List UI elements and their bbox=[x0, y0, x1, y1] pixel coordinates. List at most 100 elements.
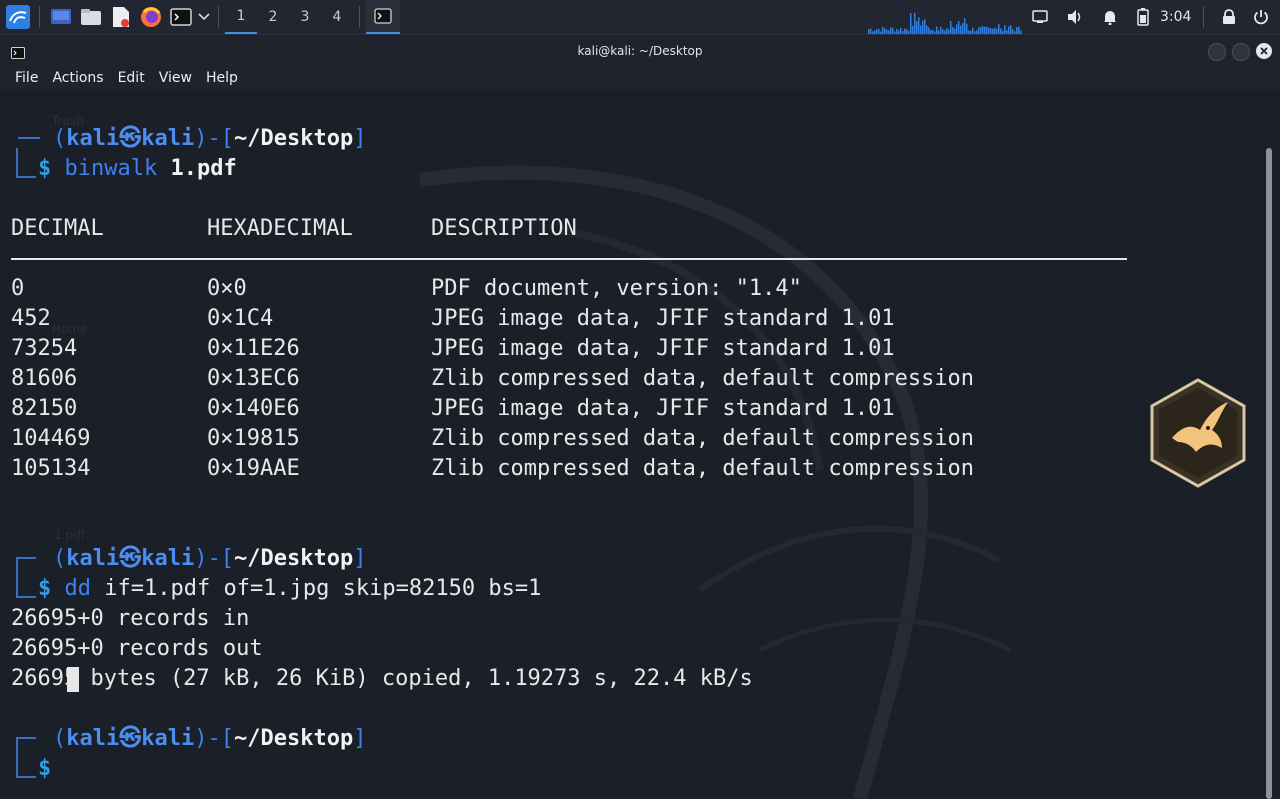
cpu-graph-bar bbox=[918, 17, 920, 34]
cpu-graph-bar bbox=[988, 27, 990, 34]
command-line: $ bbox=[38, 756, 52, 781]
description-cell: JPEG image data, JFIF standard 1.01 bbox=[431, 306, 895, 331]
lock-icon[interactable] bbox=[1219, 0, 1239, 34]
network-icon[interactable] bbox=[1030, 0, 1050, 34]
prompt-line: (kali㉿kali)-[~/Desktop] bbox=[53, 546, 367, 571]
decimal-cell: 105134 bbox=[11, 456, 91, 481]
cpu-graph-bar bbox=[922, 20, 924, 34]
terminal-area[interactable]: Trash Home 1.pdf (kali㉿kali)-[~/Desktop]… bbox=[0, 90, 1264, 799]
header-rule bbox=[11, 258, 1127, 260]
window-titlebar[interactable]: kali@kali: ~/Desktop bbox=[0, 36, 1280, 66]
dd-output-line: 26695+0 records out bbox=[11, 636, 263, 661]
hex-cell: 0×19815 bbox=[207, 426, 300, 451]
cpu-graph-bar bbox=[938, 30, 940, 34]
cpu-graph-bar bbox=[958, 20, 960, 34]
battery-icon[interactable] bbox=[1134, 0, 1152, 34]
hex-cell: 0×13EC6 bbox=[207, 366, 300, 391]
cpu-graph-bar bbox=[888, 30, 890, 34]
cpu-graph-bar bbox=[872, 31, 874, 34]
workspace-4[interactable]: 4 bbox=[321, 0, 353, 34]
cpu-graph-bar bbox=[874, 30, 876, 34]
cpu-graph-bar bbox=[910, 12, 912, 34]
command-line: $ binwalk 1.pdf bbox=[38, 156, 237, 181]
terminal-task-button[interactable] bbox=[366, 0, 400, 34]
cpu-graph-bar bbox=[952, 26, 954, 34]
cpu-graph-bar bbox=[1016, 27, 1018, 34]
menu-actions[interactable]: Actions bbox=[45, 70, 110, 86]
cpu-graph-bar bbox=[962, 23, 964, 34]
minimize-button[interactable] bbox=[1208, 43, 1226, 61]
cpu-graph-bar bbox=[966, 23, 968, 34]
volume-icon[interactable] bbox=[1064, 0, 1086, 34]
cpu-graph-bar bbox=[986, 26, 988, 34]
cpu-graph-bar bbox=[896, 29, 898, 34]
window-title: kali@kali: ~/Desktop bbox=[577, 44, 703, 58]
binwalk-result-row: 73254 0×11E26 JPEG image data, JFIF standa… bbox=[11, 334, 895, 364]
kali-menu-icon[interactable] bbox=[3, 2, 33, 32]
desktop-icon[interactable] bbox=[46, 2, 76, 32]
cpu-graph-bar bbox=[898, 30, 900, 34]
firefox-icon[interactable] bbox=[136, 2, 166, 32]
binwalk-result-row: 81606 0×13EC6 Zlib compressed data, defaul… bbox=[11, 364, 974, 394]
workspace-3[interactable]: 3 bbox=[289, 0, 321, 34]
dd-output-line: 26695 bytes (27 kB, 26 KiB) copied, 1.19… bbox=[11, 666, 753, 691]
cpu-graph-bar bbox=[950, 20, 952, 34]
workspace-2[interactable]: 2 bbox=[257, 0, 289, 34]
binwalk-result-row: 105134 0×19AAE Zlib compressed data, defau… bbox=[11, 454, 974, 484]
menu-edit[interactable]: Edit bbox=[111, 70, 152, 86]
workspace-1[interactable]: 1 bbox=[225, 0, 257, 34]
prompt-line: (kali㉿kali)-[~/Desktop] bbox=[53, 126, 367, 151]
terminal-icon bbox=[11, 44, 25, 63]
hummingbird-app-icon[interactable] bbox=[1148, 378, 1248, 488]
cpu-graph-bar bbox=[940, 26, 942, 34]
cpu-graph-bar bbox=[884, 28, 886, 34]
menu-help[interactable]: Help bbox=[199, 70, 245, 86]
cpu-graph-bar bbox=[982, 26, 984, 34]
power-icon[interactable] bbox=[1250, 0, 1272, 34]
terminal-icon[interactable] bbox=[166, 2, 196, 32]
cpu-graph-bar bbox=[936, 26, 938, 34]
binwalk-header: DECIMAL HEXADECIMAL DESCRIPTION bbox=[11, 216, 577, 241]
cpu-graph-bar bbox=[876, 29, 878, 34]
cpu-graph-bar bbox=[972, 27, 974, 34]
cpu-graph-bar bbox=[976, 30, 978, 34]
cpu-graph-bar bbox=[968, 30, 970, 34]
cpu-graph-bar bbox=[882, 26, 884, 34]
close-button[interactable] bbox=[1256, 43, 1272, 59]
hex-cell: 0×1C4 bbox=[207, 306, 274, 331]
decimal-cell: 81606 bbox=[11, 366, 78, 391]
decimal-cell: 73254 bbox=[11, 336, 78, 361]
file-manager-icon[interactable] bbox=[76, 2, 106, 32]
binwalk-result-row: 452 0×1C4 JPEG image data, JFIF standard 1… bbox=[11, 304, 895, 334]
hex-cell: 0×0 bbox=[207, 276, 247, 301]
description-cell: Zlib compressed data, default compressio… bbox=[431, 366, 975, 391]
cpu-graph-bar bbox=[948, 29, 950, 34]
text-editor-icon[interactable] bbox=[106, 2, 136, 32]
menu-view[interactable]: View bbox=[152, 70, 199, 86]
cpu-graph-bar bbox=[892, 28, 894, 34]
binwalk-result-row: 104469 0×19815 Zlib compressed data, defau… bbox=[11, 424, 974, 454]
cpu-graph-bar bbox=[912, 26, 914, 34]
clock[interactable]: 3:04 bbox=[1160, 0, 1191, 34]
cpu-graph-bar bbox=[926, 25, 928, 34]
cpu-graph-bar bbox=[906, 29, 908, 34]
text-cursor bbox=[67, 667, 79, 692]
cpu-graph-bar bbox=[980, 26, 982, 34]
cpu-graph-bar bbox=[930, 29, 932, 34]
maximize-button[interactable] bbox=[1232, 43, 1250, 61]
cpu-graph-bar bbox=[978, 27, 980, 34]
cpu-graph-bar bbox=[994, 27, 996, 34]
cpu-graph-bar bbox=[992, 28, 994, 34]
chevron-down-icon[interactable] bbox=[196, 2, 212, 32]
menu-file[interactable]: File bbox=[8, 70, 45, 86]
decimal-cell: 104469 bbox=[11, 426, 91, 451]
cpu-graph-bar bbox=[902, 31, 904, 34]
cpu-graph-bar bbox=[998, 24, 1000, 34]
top-panel: 1 2 3 4 3:04 bbox=[0, 0, 1280, 35]
cpu-graph-bar bbox=[1020, 30, 1022, 34]
cpu-graph-bar bbox=[904, 28, 906, 34]
dd-output-line: 26695+0 records in bbox=[11, 606, 250, 631]
cpu-graph-bar bbox=[886, 29, 888, 34]
terminal-scrollbar[interactable] bbox=[1266, 148, 1272, 799]
notification-bell-icon[interactable] bbox=[1100, 0, 1120, 34]
